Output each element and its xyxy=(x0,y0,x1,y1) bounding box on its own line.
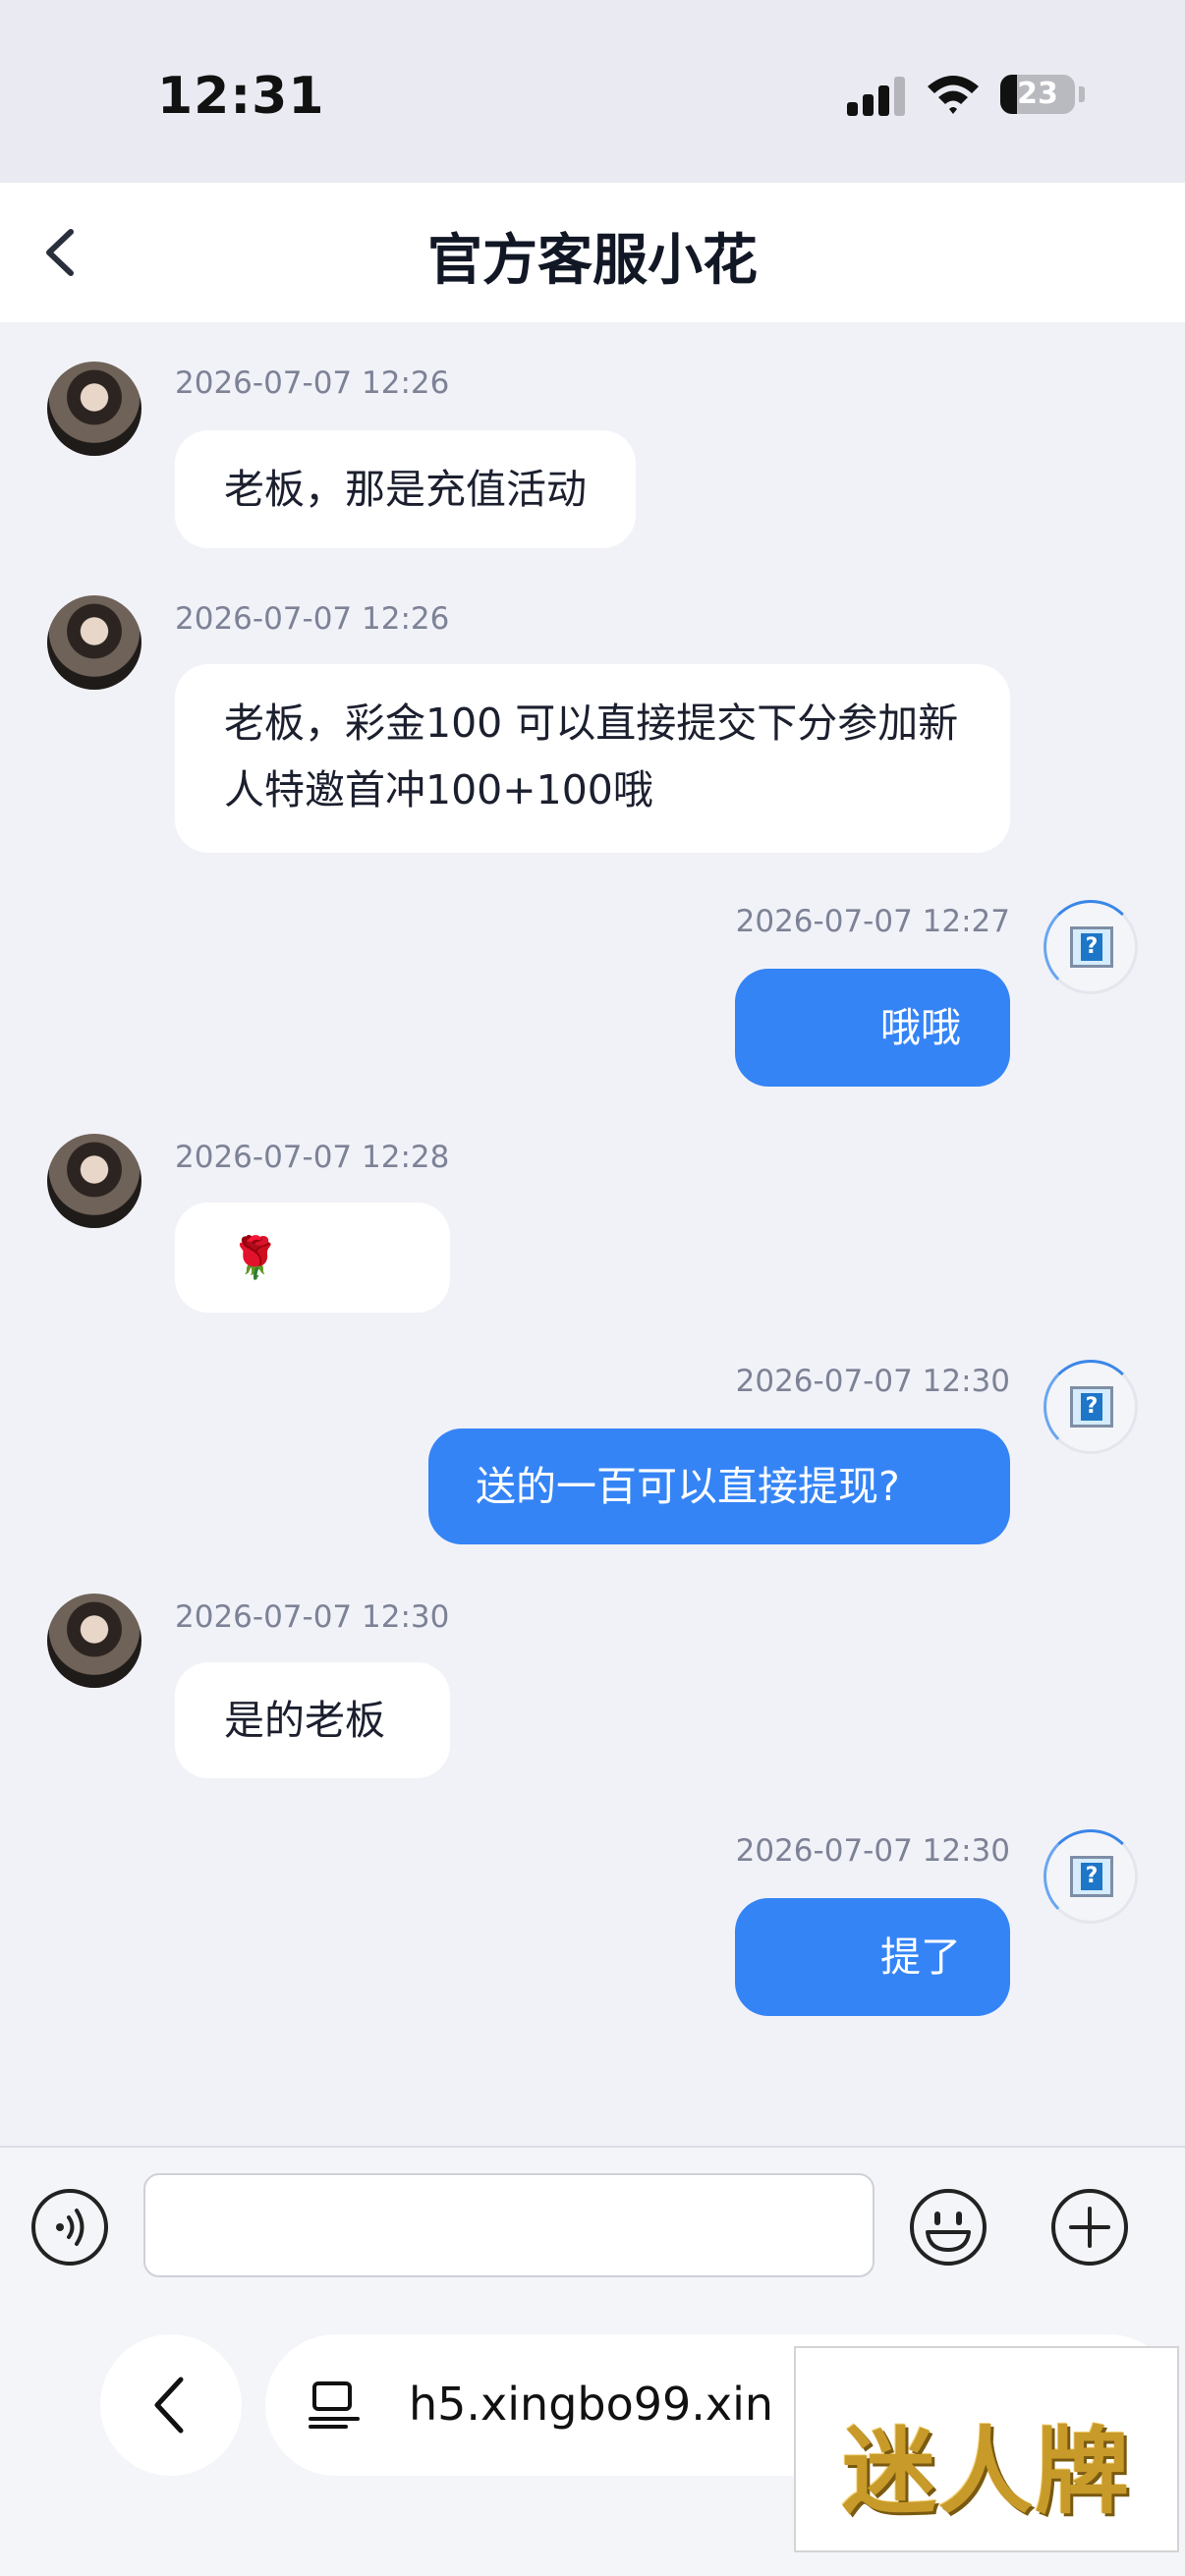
incoming-message-bubble[interactable]: 是的老板 xyxy=(175,1662,450,1778)
cellular-signal-icon xyxy=(847,77,906,116)
message-timestamp: 2026-07-07 12:27 xyxy=(735,904,1010,939)
agent-avatar[interactable] xyxy=(47,1134,141,1228)
watermark-text: 迷人牌 xyxy=(842,2416,1131,2527)
browser-back-button[interactable] xyxy=(100,2334,242,2476)
battery-level: 23 xyxy=(1017,77,1058,111)
user-avatar[interactable]: ? xyxy=(1044,1360,1138,1454)
message-timestamp: 2026-07-07 12:28 xyxy=(175,1140,450,1175)
incoming-message-bubble[interactable]: 老板，那是充值活动 xyxy=(175,430,636,548)
page-title: 官方客服小花 xyxy=(427,229,758,293)
message-timestamp: 2026-07-07 12:30 xyxy=(175,1599,450,1635)
message-timestamp: 2026-07-07 12:30 xyxy=(735,1364,1010,1399)
page-icon xyxy=(309,2381,360,2429)
outgoing-message-bubble[interactable]: 提了 xyxy=(735,1898,1010,2016)
nav-bar: 官方客服小花 xyxy=(0,183,1185,322)
outgoing-message-bubble[interactable]: 哦哦 xyxy=(735,969,1010,1087)
status-time: 12:31 xyxy=(157,67,325,126)
plus-icon[interactable] xyxy=(1049,2187,1130,2268)
chevron-left-icon xyxy=(154,2377,184,2434)
message-timestamp: 2026-07-07 12:30 xyxy=(735,1833,1010,1869)
agent-avatar[interactable] xyxy=(47,595,141,690)
battery-icon: 23 xyxy=(1000,75,1075,114)
message-timestamp: 2026-07-07 12:26 xyxy=(175,601,450,637)
emoji-icon[interactable] xyxy=(908,2187,988,2268)
user-avatar[interactable]: ? xyxy=(1044,1829,1138,1924)
chat-message-list[interactable]: 2026-07-07 12:26 老板，那是充值活动 2026-07-07 12… xyxy=(0,322,1185,2146)
user-avatar[interactable]: ? xyxy=(1044,900,1138,994)
watermark-logo: 迷人牌 xyxy=(794,2346,1179,2552)
outgoing-message-bubble[interactable]: 送的一百可以直接提现? xyxy=(428,1428,1010,1544)
voice-icon[interactable] xyxy=(29,2187,110,2268)
browser-url-text: h5.xingbo99.xin xyxy=(409,2378,774,2431)
incoming-message-bubble[interactable]: 老板，彩金100 可以直接提交下分参加新人特邀首冲100+100哦 xyxy=(175,664,1010,853)
message-timestamp: 2026-07-07 12:26 xyxy=(175,365,450,401)
agent-avatar[interactable] xyxy=(47,362,141,456)
status-bar: 12:31 23 xyxy=(0,0,1185,183)
wifi-icon xyxy=(928,76,979,114)
incoming-message-bubble[interactable]: 🌹 xyxy=(175,1203,450,1313)
agent-avatar[interactable] xyxy=(47,1594,141,1688)
message-input[interactable] xyxy=(143,2173,875,2277)
